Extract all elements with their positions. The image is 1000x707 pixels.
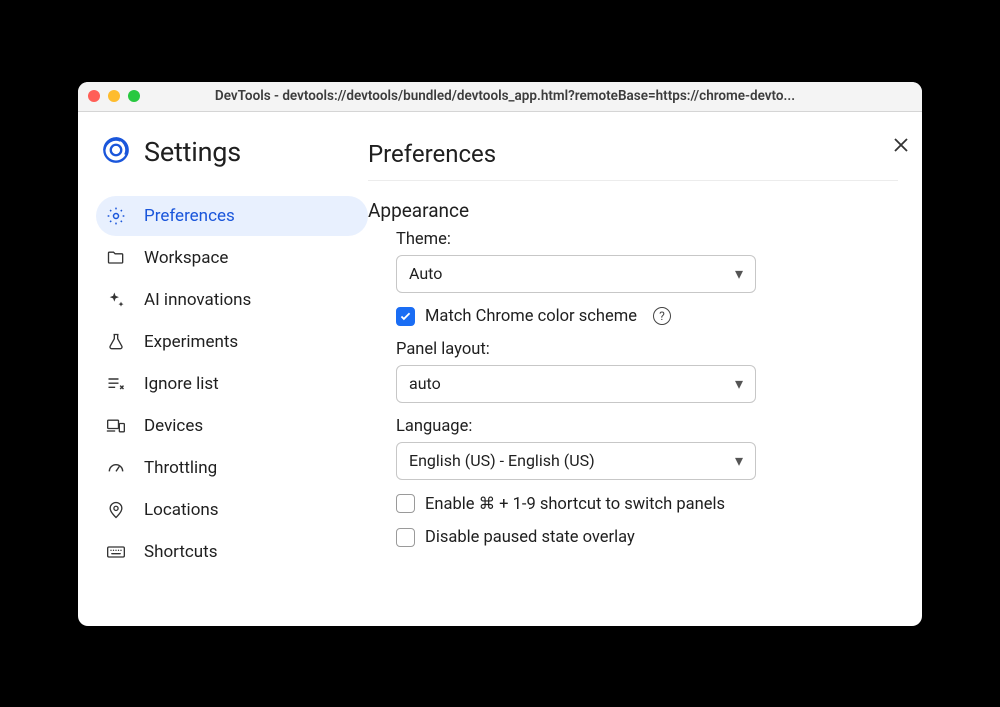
language-value: English (US) - English (US) — [409, 451, 595, 470]
sidebar-item-devices[interactable]: Devices — [96, 406, 368, 446]
sidebar-item-label: Preferences — [144, 206, 235, 226]
sidebar-item-shortcuts[interactable]: Shortcuts — [96, 532, 368, 572]
chevron-down-icon: ▾ — [735, 451, 743, 470]
devtools-window: DevTools - devtools://devtools/bundled/d… — [78, 82, 922, 626]
minimize-window-button[interactable] — [108, 90, 120, 102]
keyboard-icon — [106, 542, 126, 562]
devtools-gear-icon — [102, 136, 130, 168]
shortcut-checkbox[interactable] — [396, 494, 415, 513]
sidebar-item-label: Locations — [144, 500, 219, 520]
match-chrome-checkbox[interactable] — [396, 307, 415, 326]
theme-select[interactable]: Auto ▾ — [396, 255, 756, 293]
sidebar-item-experiments[interactable]: Experiments — [96, 322, 368, 362]
list-x-icon — [106, 374, 126, 394]
maximize-window-button[interactable] — [128, 90, 140, 102]
sidebar: Settings Preferences Workspace — [78, 112, 368, 626]
theme-group: Theme: Auto ▾ — [396, 230, 898, 293]
settings-header: Settings — [96, 136, 368, 196]
pin-icon — [106, 500, 126, 520]
main-panel: Preferences Appearance Theme: Auto ▾ Mat… — [368, 112, 922, 626]
sidebar-item-label: Throttling — [144, 458, 217, 478]
close-settings-button[interactable] — [886, 130, 916, 160]
page-title: Preferences — [368, 140, 898, 181]
disable-overlay-checkbox[interactable] — [396, 528, 415, 547]
match-chrome-label: Match Chrome color scheme — [425, 307, 637, 326]
theme-selected-value: Auto — [409, 264, 442, 283]
help-icon[interactable]: ? — [653, 307, 671, 325]
theme-label: Theme: — [396, 230, 898, 249]
sidebar-item-ai-innovations[interactable]: AI innovations — [96, 280, 368, 320]
disable-overlay-label: Disable paused state overlay — [425, 528, 635, 547]
panel-layout-label: Panel layout: — [396, 340, 898, 359]
sidebar-item-locations[interactable]: Locations — [96, 490, 368, 530]
sidebar-item-workspace[interactable]: Workspace — [96, 238, 368, 278]
sidebar-item-label: Shortcuts — [144, 542, 218, 562]
panel-layout-value: auto — [409, 374, 441, 393]
shortcut-row[interactable]: Enable ⌘ + 1-9 shortcut to switch panels — [396, 494, 898, 514]
match-chrome-row[interactable]: Match Chrome color scheme ? — [396, 307, 898, 326]
shortcut-label: Enable ⌘ + 1-9 shortcut to switch panels — [425, 494, 725, 514]
close-window-button[interactable] — [88, 90, 100, 102]
sidebar-item-label: Ignore list — [144, 374, 219, 394]
language-label: Language: — [396, 417, 898, 436]
sidebar-item-label: Workspace — [144, 248, 228, 268]
sidebar-item-throttling[interactable]: Throttling — [96, 448, 368, 488]
sidebar-item-label: Experiments — [144, 332, 238, 352]
sparkle-icon — [106, 290, 126, 310]
language-select[interactable]: English (US) - English (US) ▾ — [396, 442, 756, 480]
section-appearance: Appearance — [368, 199, 898, 222]
chevron-down-icon: ▾ — [735, 374, 743, 393]
gear-icon — [106, 206, 126, 226]
folder-icon — [106, 248, 126, 268]
sidebar-nav: Preferences Workspace AI innovations — [96, 196, 368, 572]
gauge-icon — [106, 458, 126, 478]
devices-icon — [106, 416, 126, 436]
window-title: DevTools - devtools://devtools/bundled/d… — [148, 88, 912, 104]
panel-layout-group: Panel layout: auto ▾ — [396, 340, 898, 403]
settings-title: Settings — [144, 136, 241, 168]
language-group: Language: English (US) - English (US) ▾ — [396, 417, 898, 480]
traffic-lights — [88, 90, 140, 102]
flask-icon — [106, 332, 126, 352]
sidebar-item-label: Devices — [144, 416, 203, 436]
sidebar-item-ignore-list[interactable]: Ignore list — [96, 364, 368, 404]
chevron-down-icon: ▾ — [735, 264, 743, 283]
disable-overlay-row[interactable]: Disable paused state overlay — [396, 528, 898, 547]
sidebar-item-label: AI innovations — [144, 290, 251, 310]
titlebar: DevTools - devtools://devtools/bundled/d… — [78, 82, 922, 112]
panel-layout-select[interactable]: auto ▾ — [396, 365, 756, 403]
content-area: Settings Preferences Workspace — [78, 112, 922, 626]
sidebar-item-preferences[interactable]: Preferences — [96, 196, 368, 236]
